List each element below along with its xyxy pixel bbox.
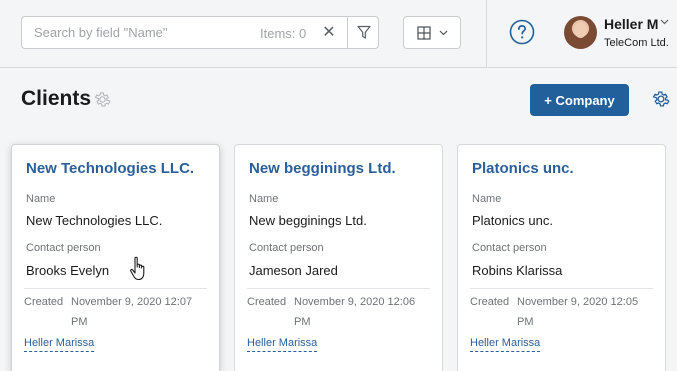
grid-view-icon (416, 25, 431, 40)
client-card[interactable]: Platonics unc. Name Platonics unc. Conta… (457, 144, 666, 371)
card-title[interactable]: New begginings Ltd. (249, 160, 396, 177)
author-link[interactable]: Heller Marissa (470, 337, 541, 352)
chevron-down-icon (439, 30, 447, 35)
created-value: November 9, 2020 12:05 PM (517, 296, 639, 328)
help-icon[interactable] (509, 19, 535, 45)
name-label: Name (472, 193, 502, 205)
user-name[interactable]: Heller M (604, 16, 658, 32)
name-label: Name (249, 193, 279, 205)
created-label: Created (470, 296, 510, 308)
gear-icon[interactable] (93, 90, 112, 109)
name-value: New Technologies LLC. (26, 213, 163, 228)
contact-label: Contact person (472, 242, 547, 254)
clear-icon[interactable]: ✕ (320, 23, 338, 43)
client-card[interactable]: New begginings Ltd. Name New begginings … (234, 144, 443, 371)
gear-icon[interactable] (651, 89, 671, 109)
client-card[interactable]: New Technologies LLC. Name New Technolog… (11, 144, 220, 371)
filter-button[interactable] (347, 17, 380, 48)
contact-label: Contact person (26, 242, 101, 254)
created-label: Created (24, 296, 64, 308)
avatar[interactable] (564, 16, 597, 49)
created-label: Created (247, 296, 287, 308)
created-value: November 9, 2020 12:06 PM (294, 296, 416, 328)
add-company-button[interactable]: + Company (530, 84, 629, 116)
chevron-down-icon[interactable] (660, 19, 669, 25)
contact-value: Brooks Evelyn (26, 263, 110, 278)
divider (470, 288, 653, 289)
contact-label: Contact person (249, 242, 324, 254)
author-link[interactable]: Heller Marissa (24, 337, 95, 352)
filter-icon (357, 25, 371, 39)
created-value: November 9, 2020 12:07 PM (71, 296, 193, 328)
contact-value: Robins Klarissa (472, 263, 563, 278)
divider (24, 288, 207, 289)
name-label: Name (26, 193, 56, 205)
author-link[interactable]: Heller Marissa (247, 337, 318, 352)
divider (486, 0, 487, 68)
hand-cursor-icon (130, 256, 145, 281)
card-title[interactable]: New Technologies LLC. (26, 160, 194, 177)
view-mode-button[interactable] (403, 16, 461, 49)
page-title: Clients (21, 87, 92, 110)
search-input[interactable] (34, 25, 264, 40)
divider (247, 288, 430, 289)
user-company: TeleCom Ltd. (604, 37, 669, 49)
name-value: Platonics unc. (472, 213, 553, 228)
top-bar: Items: 0 ✕ Heller M TeleCom Ltd. (0, 0, 677, 68)
card-title[interactable]: Platonics unc. (472, 160, 574, 177)
search-box: Items: 0 ✕ (21, 16, 379, 49)
contact-value: Jameson Jared (249, 263, 338, 278)
items-count: Items: 0 (260, 26, 307, 41)
name-value: New begginings Ltd. (249, 213, 367, 228)
